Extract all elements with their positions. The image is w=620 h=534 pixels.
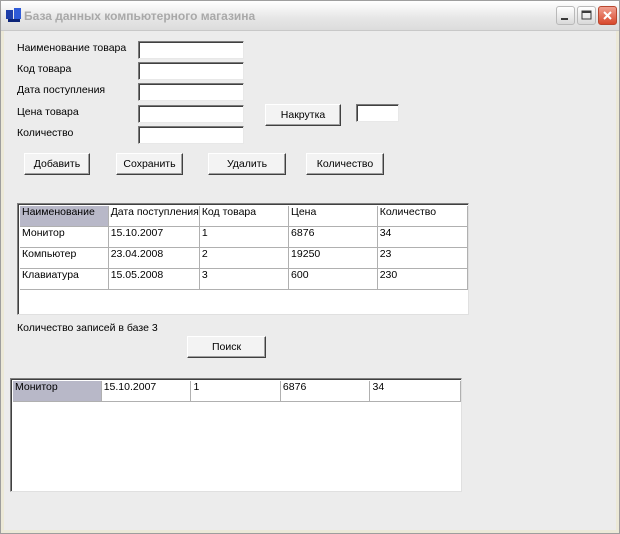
record-count-label: Количество записей в базе 3 [17,322,158,334]
quantity-input[interactable] [138,126,244,144]
search-button[interactable]: Поиск [187,336,266,358]
table-cell[interactable]: 1 [199,226,290,248]
product-price-input[interactable] [138,105,244,123]
table-cell[interactable]: 34 [369,381,461,402]
markup-input[interactable] [356,104,399,122]
table-cell[interactable]: 600 [288,268,378,290]
database-app-icon [6,8,21,22]
table-cell[interactable]: Компьютер [20,247,109,269]
product-code-input[interactable] [138,62,244,80]
title-bar[interactable]: База данных компьютерного магазина [1,1,619,31]
products-table[interactable]: Наименование Дата поступления Код товара… [17,203,469,315]
column-header[interactable]: Дата поступления [108,206,200,227]
table-cell[interactable]: 15.05.2008 [108,268,200,290]
table-cell[interactable]: 15.10.2007 [108,226,200,248]
count-button[interactable]: Количество [306,153,384,175]
search-results-table[interactable]: Монитор 15.10.2007 1 6876 34 [10,378,462,492]
products-grid: Наименование Дата поступления Код товара… [20,206,469,290]
close-button[interactable] [598,6,617,25]
table-row[interactable]: Монитор 15.10.2007 1 6876 34 [13,381,461,402]
save-button[interactable]: Сохранить [116,153,183,175]
table-cell[interactable]: Монитор [13,381,102,402]
label-arrival-date: Дата поступления [17,84,106,96]
table-cell[interactable]: Монитор [20,226,109,248]
label-product-name: Наименование товара [17,42,127,54]
table-cell[interactable]: 1 [190,381,281,402]
table-cell[interactable]: 230 [377,268,469,290]
label-quantity: Количество [17,127,74,139]
table-row[interactable]: Компьютер 23.04.2008 2 19250 23 [20,247,469,269]
delete-button[interactable]: Удалить [208,153,286,175]
table-row[interactable]: Клавиатура 15.05.2008 3 600 230 [20,268,469,290]
table-cell[interactable]: Клавиатура [20,268,109,290]
label-product-price: Цена товара [17,106,79,118]
minimize-icon [561,18,568,20]
maximize-button[interactable] [577,6,596,25]
table-cell[interactable]: 6876 [288,226,378,248]
minimize-button[interactable] [556,6,575,25]
form-client-area: Наименование товара Код товара Дата пост… [4,31,616,530]
column-header[interactable]: Наименование [20,206,109,227]
column-header[interactable]: Цена [288,206,378,227]
table-cell[interactable]: 2 [199,247,290,269]
table-cell[interactable]: 15.10.2007 [101,381,192,402]
results-grid: Монитор 15.10.2007 1 6876 34 [13,381,461,402]
table-cell[interactable]: 3 [199,268,290,290]
table-header-row: Наименование Дата поступления Код товара… [20,206,469,227]
column-header[interactable]: Количество [377,206,469,227]
table-cell[interactable]: 23 [377,247,469,269]
table-row[interactable]: Монитор 15.10.2007 1 6876 34 [20,226,469,248]
close-icon [603,11,612,20]
add-button[interactable]: Добавить [24,153,90,175]
table-cell[interactable]: 23.04.2008 [108,247,200,269]
table-cell[interactable]: 6876 [280,381,371,402]
table-cell[interactable]: 34 [377,226,469,248]
markup-button[interactable]: Накрутка [265,104,341,126]
arrival-date-input[interactable] [138,83,244,101]
label-product-code: Код товара [17,63,72,75]
main-window: База данных компьютерного магазина Наиме… [0,0,620,534]
maximize-icon [581,10,592,20]
column-header[interactable]: Код товара [199,206,290,227]
table-cell[interactable]: 19250 [288,247,378,269]
window-title: База данных компьютерного магазина [24,9,256,23]
product-name-input[interactable] [138,41,244,59]
